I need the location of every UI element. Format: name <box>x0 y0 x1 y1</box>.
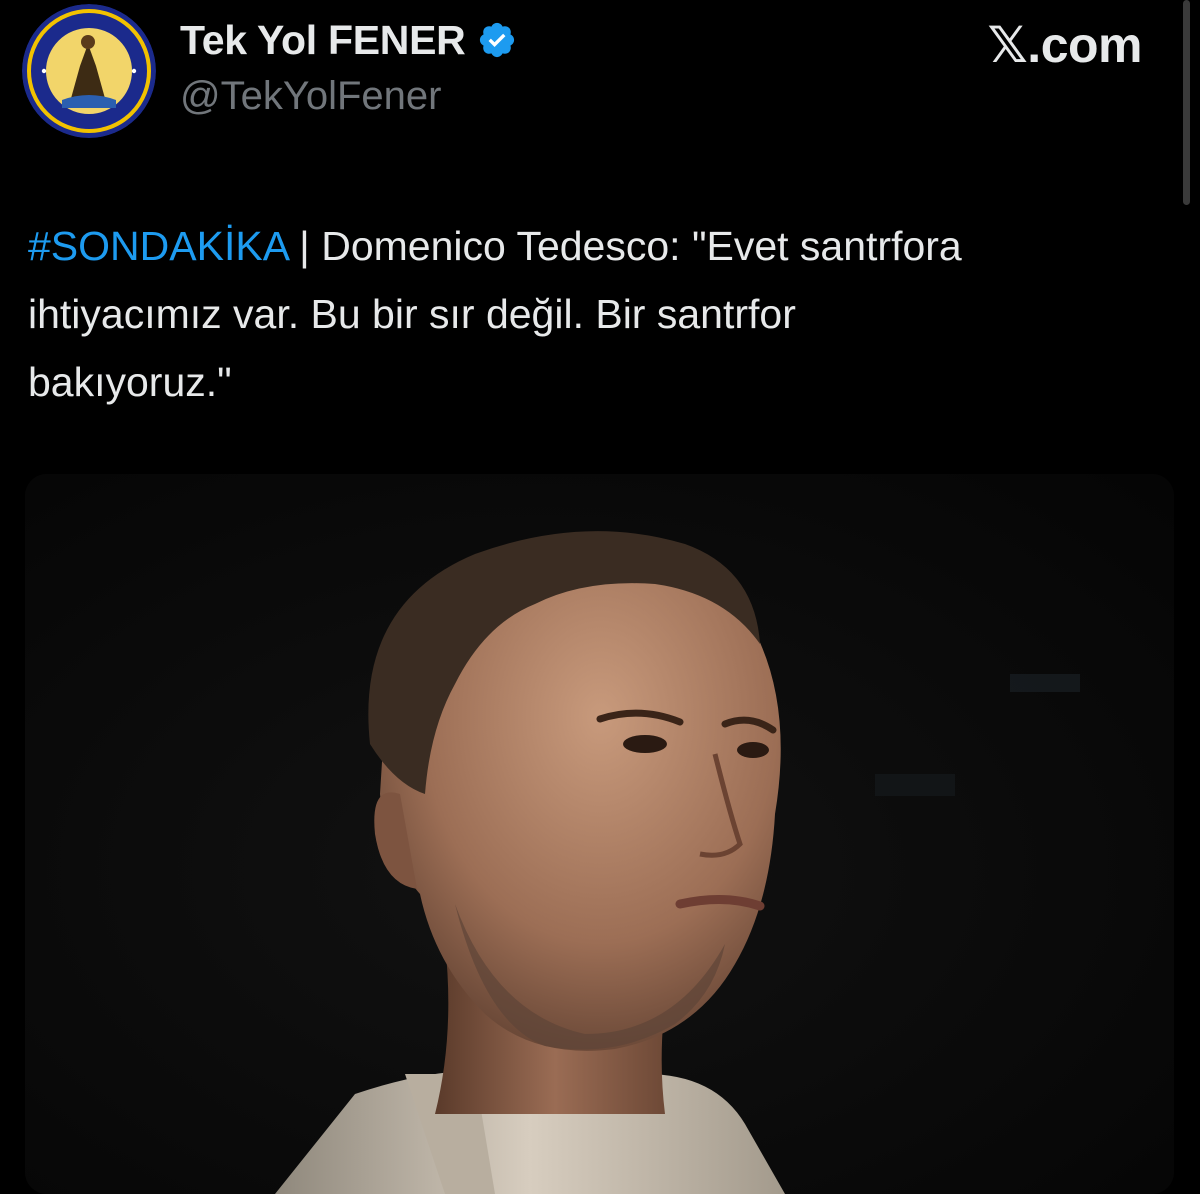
scrollbar-thumb[interactable] <box>1183 0 1190 205</box>
profile-avatar[interactable] <box>22 4 156 138</box>
hashtag-separator: | <box>287 223 322 269</box>
tweet-line-2: ihtiyacımız var. Bu bir sır değil. Bir s… <box>28 291 796 337</box>
author-block: Tek Yol FENER @TekYolFener <box>180 14 517 119</box>
tweet-card: Tek Yol FENER @TekYolFener 𝕏.com #SONDAK… <box>0 0 1200 1194</box>
tweet-text: #SONDAKİKA | Domenico Tedesco: "Evet san… <box>28 212 1188 416</box>
club-badge-icon <box>22 4 156 138</box>
tweet-line-3: bakıyoruz." <box>28 359 232 405</box>
author-display-name[interactable]: Tek Yol FENER <box>180 17 466 64</box>
verified-badge-icon[interactable] <box>477 20 517 60</box>
x-logo-icon: 𝕏.com <box>987 17 1143 73</box>
portrait-photo <box>25 474 1174 1194</box>
author-name-row: Tek Yol FENER <box>180 14 517 66</box>
tweet-line-1-text: Domenico Tedesco: "Evet santrfora <box>321 223 962 269</box>
tweet-photo[interactable] <box>25 474 1174 1194</box>
hashtag-link[interactable]: #SONDAKİKA <box>28 223 288 269</box>
tweet-line-1: #SONDAKİKA | Domenico Tedesco: "Evet san… <box>28 212 1188 280</box>
author-handle[interactable]: @TekYolFener <box>180 74 517 119</box>
